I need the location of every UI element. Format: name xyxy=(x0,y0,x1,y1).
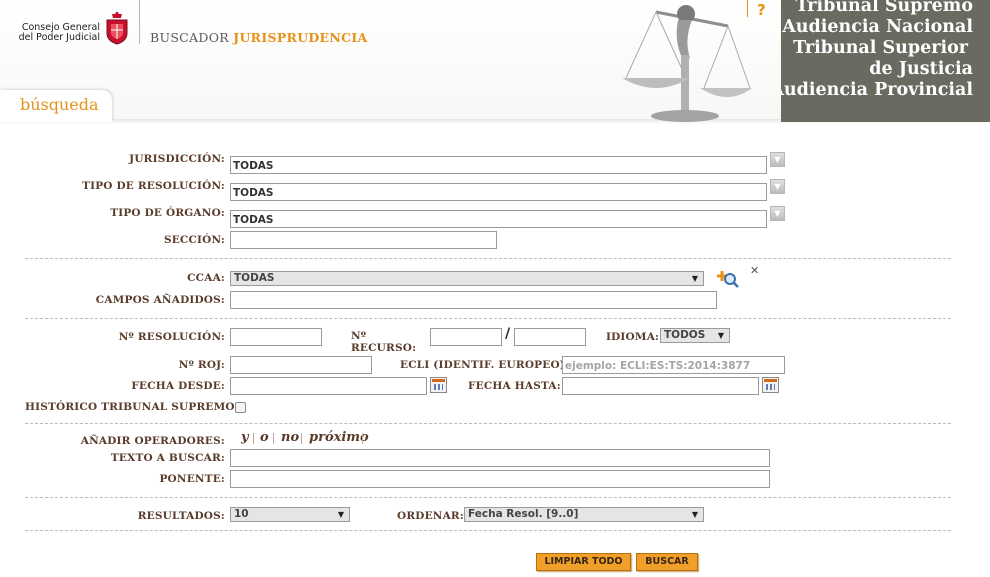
courts-panel: Tribunal Supremo Audiencia Nacional Trib… xyxy=(781,0,990,122)
ecli-input[interactable]: ejemplo: ECLI:ES:TS:2014:3877 xyxy=(562,356,785,374)
ordenar-label: ORDENAR: xyxy=(397,510,464,522)
num-recurso-input-1[interactable] xyxy=(430,328,502,346)
texto-input[interactable] xyxy=(230,449,770,467)
chevron-down-icon: ▼ xyxy=(691,510,698,519)
app-title-accent: JURISPRUDENCIA xyxy=(233,30,368,45)
divider xyxy=(25,258,951,259)
header-separator xyxy=(139,0,140,44)
operator-o[interactable]: o xyxy=(260,430,269,445)
ccaa-label: CCAA: xyxy=(187,272,225,284)
fecha-hasta-label: FECHA HASTA: xyxy=(468,380,561,392)
campos-anadidos-label: CAMPOS AÑADIDOS: xyxy=(95,294,225,306)
fecha-desde-label: FECHA DESDE: xyxy=(131,380,225,392)
ordenar-select-value: Fecha Resol. [9..0] xyxy=(468,508,579,520)
num-resolucion-input[interactable] xyxy=(230,328,322,346)
ordenar-select[interactable]: Fecha Resol. [9..0] ▼ xyxy=(464,507,704,522)
jurisdiccion-field[interactable]: TODAS xyxy=(230,156,767,174)
court-de-justicia[interactable]: de Justicia xyxy=(869,59,973,80)
calendar-icon[interactable] xyxy=(762,377,779,393)
historico-checkbox[interactable] xyxy=(235,402,246,413)
chevron-down-icon: ▼ xyxy=(717,331,724,340)
court-tribunal-supremo[interactable]: Tribunal Supremo xyxy=(795,0,973,17)
ponente-label: PONENTE: xyxy=(159,473,225,485)
operator-separator xyxy=(301,433,302,444)
campos-anadidos-input[interactable] xyxy=(230,291,717,309)
calendar-icon[interactable] xyxy=(430,377,447,393)
recurso-separator: / xyxy=(505,326,511,342)
org-name-line2: del Poder Judicial xyxy=(18,32,100,43)
ccaa-select[interactable]: TODAS ▼ xyxy=(230,271,704,286)
idioma-select-value: TODOS xyxy=(664,329,706,341)
num-roj-input[interactable] xyxy=(230,356,372,374)
idioma-label: IDIOMA: xyxy=(606,331,660,343)
jurisdiccion-label: JURISDICCIÓN: xyxy=(129,153,225,165)
seccion-label: SECCIÓN: xyxy=(163,234,225,246)
operator-separator xyxy=(273,433,274,444)
clear-all-button[interactable]: LIMPIAR TODO xyxy=(536,553,631,571)
tipo-resolucion-label: TIPO DE RESOLUCIÓN: xyxy=(82,180,225,192)
divider xyxy=(25,497,951,498)
divider xyxy=(25,423,951,424)
num-resolucion-label: Nº RESOLUCIÓN: xyxy=(118,331,225,343)
operator-proximo[interactable]: próximo xyxy=(309,430,369,445)
court-audiencia-nacional[interactable]: Audiencia Nacional xyxy=(782,17,973,38)
num-roj-label: Nº ROJ: xyxy=(178,359,225,371)
resultados-label: RESULTADOS: xyxy=(137,510,225,522)
operadores-label: AÑADIR OPERADORES: xyxy=(80,435,225,447)
historico-label: HISTÓRICO TRIBUNAL SUPREMO: xyxy=(25,401,239,413)
app-title: BUSCADOR JURISPRUDENCIA xyxy=(150,30,368,45)
seccion-input[interactable] xyxy=(230,231,497,249)
texto-label: TEXTO A BUSCAR: xyxy=(110,452,225,464)
org-name: Consejo General del Poder Judicial xyxy=(16,23,100,43)
tab-busqueda[interactable]: búsqueda xyxy=(0,90,112,122)
fecha-hasta-input[interactable] xyxy=(562,377,759,395)
ccaa-select-value: TODAS xyxy=(234,272,275,284)
fecha-desde-input[interactable] xyxy=(230,377,427,395)
chevron-down-icon: ▼ xyxy=(691,274,698,283)
operator-separator xyxy=(362,433,363,444)
help-icon[interactable]: ? xyxy=(757,1,766,19)
chevron-down-icon: ▼ xyxy=(337,510,344,519)
tipo-resolucion-dropdown-button[interactable]: ▼ xyxy=(770,179,785,194)
idioma-select[interactable]: TODOS ▼ xyxy=(660,328,730,343)
tipo-organo-label: TIPO DE ÓRGANO: xyxy=(110,207,225,219)
num-recurso-input-2[interactable] xyxy=(514,328,586,346)
search-button[interactable]: BUSCAR xyxy=(636,553,698,571)
ecli-label: ECLI (IDENTIF. EUROPEO): xyxy=(400,359,570,371)
crest-icon xyxy=(106,11,128,45)
num-recurso-label-line1: Nº xyxy=(351,330,367,342)
divider xyxy=(25,318,951,319)
ponente-input[interactable] xyxy=(230,470,770,488)
tab-busqueda-label: búsqueda xyxy=(20,95,99,114)
operator-y[interactable]: y xyxy=(241,430,249,445)
justice-scale-icon xyxy=(622,5,752,122)
resultados-select[interactable]: 10 ▼ xyxy=(230,507,350,522)
app-title-prefix: BUSCADOR xyxy=(150,30,229,45)
court-audiencia-provincial[interactable]: Audiencia Provincial xyxy=(781,80,973,101)
resultados-select-value: 10 xyxy=(234,508,249,520)
add-magnify-icon[interactable] xyxy=(716,268,740,288)
jurisdiccion-dropdown-button[interactable]: ▼ xyxy=(770,152,785,167)
tipo-organo-dropdown-button[interactable]: ▼ xyxy=(770,206,785,221)
num-recurso-label-line2: RECURSO: xyxy=(351,342,417,354)
num-recurso-label: Nº RECURSO: xyxy=(351,330,416,354)
tipo-organo-field[interactable]: TODAS xyxy=(230,210,767,228)
court-tribunal-superior[interactable]: Tribunal Superior xyxy=(793,38,968,59)
close-icon[interactable]: ✕ xyxy=(750,264,759,277)
operator-separator xyxy=(253,433,254,444)
divider xyxy=(25,530,951,531)
help-separator xyxy=(747,0,748,17)
tipo-resolucion-field[interactable]: TODAS xyxy=(230,183,767,201)
operator-no[interactable]: no xyxy=(281,430,299,445)
